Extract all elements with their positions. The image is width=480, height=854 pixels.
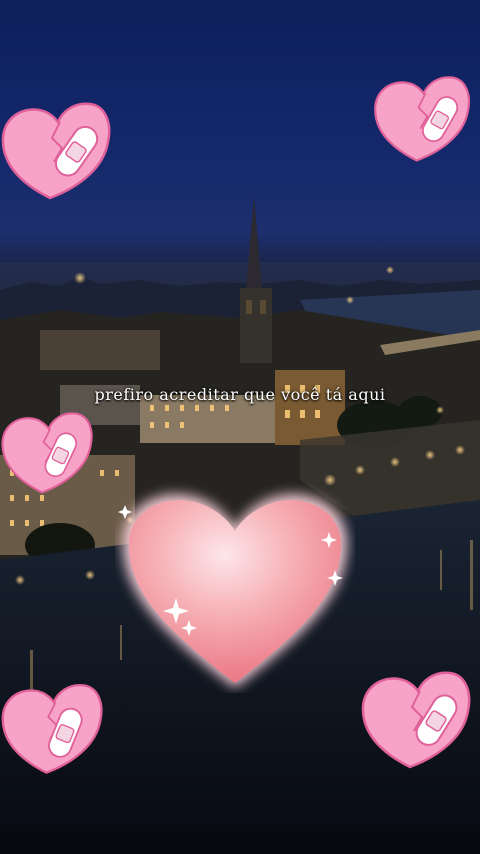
bandaged-heart-icon [1,412,93,494]
video-caption: prefiro acreditar que você tá aqui [94,385,386,404]
bandaged-heart-icon [1,102,111,200]
bandaged-heart-icon [374,76,470,162]
bandaged-heart-icon [1,684,103,774]
video-frame: prefiro acreditar que você tá aqui [0,0,480,854]
glowing-heart-icon [118,494,348,688]
bandaged-heart-icon [361,671,471,769]
